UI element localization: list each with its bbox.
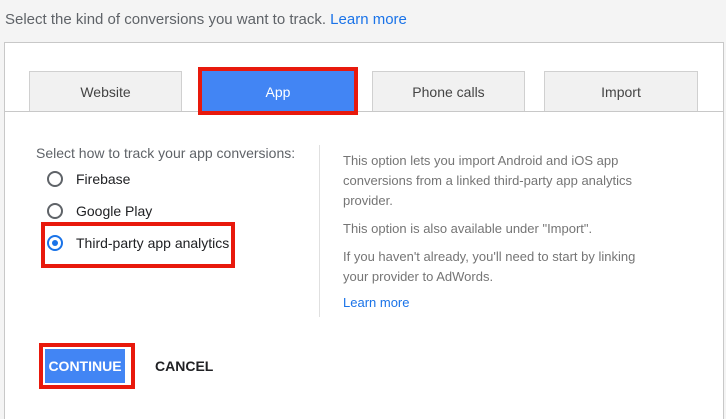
radio-third-party-label: Third-party app analytics — [76, 235, 230, 251]
radio-firebase-label: Firebase — [76, 171, 131, 187]
info-paragraph-1: This option lets you import Android and … — [343, 153, 633, 208]
info-paragraph-3: If you haven't already, you'll need to s… — [343, 249, 636, 284]
continue-button[interactable]: CONTINUE — [45, 349, 125, 383]
radio-google-play[interactable] — [47, 203, 63, 219]
radio-google-play-label: Google Play — [76, 203, 153, 219]
info-paragraph-2: This option is also available under "Imp… — [343, 221, 593, 236]
cancel-button[interactable]: CANCEL — [147, 349, 221, 383]
info-learn-more-link[interactable]: Learn more — [343, 295, 409, 310]
tab-phone-calls[interactable]: Phone calls — [372, 71, 525, 111]
column-divider — [319, 145, 320, 317]
intro-label: Select the kind of conversions you want … — [5, 11, 326, 28]
radio-firebase[interactable] — [47, 171, 63, 187]
radio-option-google-play[interactable]: Google Play — [47, 203, 152, 219]
tab-app[interactable]: App — [202, 71, 354, 111]
tab-website[interactable]: Website — [29, 71, 182, 111]
radio-option-third-party[interactable]: Third-party app analytics — [47, 235, 229, 251]
tab-import[interactable]: Import — [544, 71, 698, 111]
radio-third-party[interactable] — [47, 235, 63, 251]
intro-learn-more-link[interactable]: Learn more — [330, 11, 407, 28]
app-tracking-prompt: Select how to track your app conversions… — [36, 145, 296, 161]
conversion-panel: Website App Phone calls Import Select ho… — [4, 42, 724, 419]
radio-option-firebase[interactable]: Firebase — [47, 171, 130, 187]
intro-text: Select the kind of conversions you want … — [5, 11, 407, 28]
conversion-type-tabs: Website App Phone calls Import — [5, 43, 723, 115]
